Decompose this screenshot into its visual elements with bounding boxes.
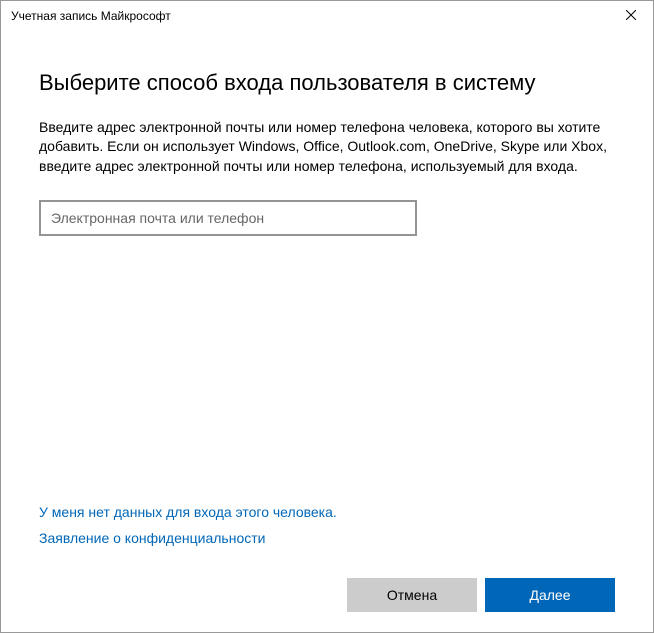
close-button[interactable] — [608, 1, 653, 31]
titlebar: Учетная запись Майкрософт — [1, 1, 653, 31]
links-section: У меня нет данных для входа этого челове… — [39, 504, 615, 556]
email-phone-input[interactable] — [39, 200, 417, 236]
next-button[interactable]: Далее — [485, 578, 615, 612]
close-icon — [626, 9, 636, 23]
page-heading: Выберите способ входа пользователя в сис… — [39, 69, 615, 98]
dialog-window: Учетная запись Майкрософт Выберите спосо… — [0, 0, 654, 633]
window-title: Учетная запись Майкрософт — [11, 9, 171, 23]
button-row: Отмена Далее — [39, 578, 615, 612]
spacer — [39, 236, 615, 504]
privacy-link[interactable]: Заявление о конфиденциальности — [39, 530, 615, 546]
page-description: Введите адрес электронной почты или номе… — [39, 118, 615, 177]
content-area: Выберите способ входа пользователя в сис… — [1, 31, 653, 632]
cancel-button[interactable]: Отмена — [347, 578, 477, 612]
no-sign-in-link[interactable]: У меня нет данных для входа этого челове… — [39, 504, 615, 520]
